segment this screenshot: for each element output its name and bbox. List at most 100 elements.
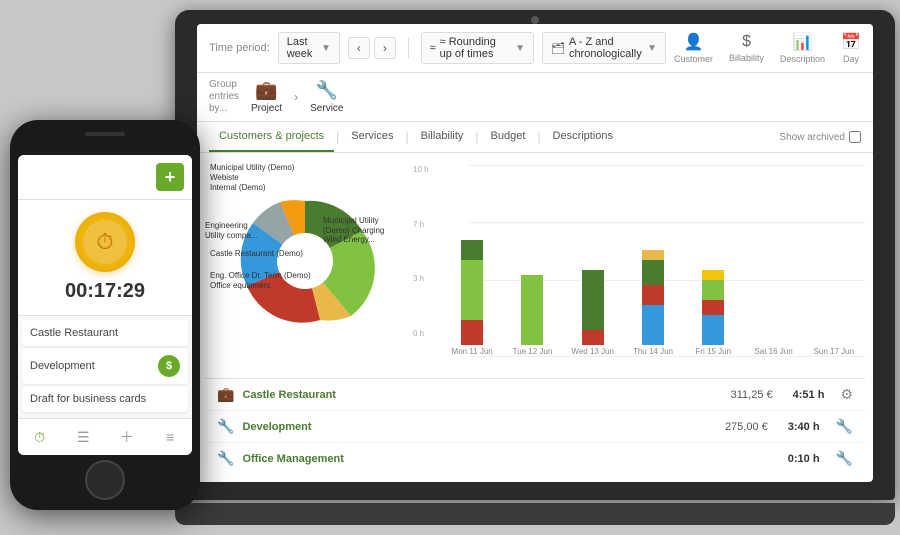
bar-label-fri: Fri 15 Jun xyxy=(695,347,731,356)
bar-label-sat: Sat 16 Jun xyxy=(754,347,792,356)
phone-entry-name-draft: Draft for business cards xyxy=(30,393,180,405)
list-item-development: 🔧 Development 275,00 € 3:40 h 🔧 xyxy=(205,411,865,443)
office-time: 0:10 h xyxy=(788,453,820,465)
billability-icon: $ xyxy=(742,33,751,51)
bar-wed-red xyxy=(582,330,604,345)
dev-amount: 275,00 € xyxy=(725,421,768,433)
show-archived-checkbox[interactable] xyxy=(849,131,861,143)
date-nav: ‹ › xyxy=(348,37,396,59)
bar-mon-red xyxy=(461,320,483,345)
description-button[interactable]: 📊 Description xyxy=(780,32,825,64)
bar-label-thu: Thu 14 Jun xyxy=(633,347,673,356)
castle-icon: 💼 xyxy=(217,386,234,403)
phone-clock-inner: ⏱ xyxy=(83,220,127,264)
phone-entries-list: Castle Restaurant Development $ Draft fo… xyxy=(18,316,192,418)
phone-home-button[interactable] xyxy=(85,460,125,500)
tab-customers-projects[interactable]: Customers & projects xyxy=(209,122,334,152)
development-name[interactable]: Development xyxy=(242,421,725,433)
pie-label-3: EngineeringUtility compa... xyxy=(205,221,257,240)
rounding-label: ≈ Rounding up of times xyxy=(440,36,511,60)
bottom-list: 💼 Castle Restaurant 311,25 € 4:51 h ⚙ 🔧 … xyxy=(205,378,865,474)
next-period-button[interactable]: › xyxy=(374,37,396,59)
list-item-office-management: 🔧 Office Management 0:10 h 🔧 xyxy=(205,443,865,474)
phone-bottom-nav: ⏱ ☰ ＋ ≡ xyxy=(18,418,192,455)
phone-timer-area: ⏱ 00:17:29 xyxy=(18,200,192,316)
laptop-base xyxy=(175,503,895,525)
tab-billability[interactable]: Billability xyxy=(411,122,474,152)
phone-nav-add[interactable]: ＋ xyxy=(112,425,142,449)
project-icon: 💼 xyxy=(255,80,277,101)
gear-icon-castle[interactable]: ⚙ xyxy=(840,386,853,403)
tab-services[interactable]: Services xyxy=(341,122,403,152)
bar-fri-blue xyxy=(702,315,724,345)
pie-chart-container: Municipal Utility (Demo)Webiste Internal… xyxy=(205,161,405,378)
laptop: Time period: Last week ▼ ‹ › ≈ ≈ Roundin… xyxy=(175,10,895,525)
list-item-castle-restaurant: 💼 Castle Restaurant 311,25 € 4:51 h ⚙ xyxy=(205,379,865,411)
dev-time: 3:40 h xyxy=(788,421,820,433)
sort-dropdown[interactable]: 🗂 A - Z and chronologically ▼ xyxy=(542,32,666,64)
add-entry-button[interactable]: + xyxy=(156,163,184,191)
time-period-label: Time period: xyxy=(209,42,270,54)
sort-icon: 🗂 xyxy=(551,42,565,55)
gear-icon-office[interactable]: 🔧 xyxy=(836,450,853,467)
service-label: Service xyxy=(310,103,343,114)
phone-timer-display: 00:17:29 xyxy=(65,280,145,303)
dev-icon: 🔧 xyxy=(217,418,234,435)
phone-nav-timer[interactable]: ⏱ xyxy=(25,425,55,449)
desktop-app: Time period: Last week ▼ ‹ › ≈ ≈ Roundin… xyxy=(197,24,873,482)
bar-stack-thu xyxy=(642,250,664,345)
castle-amount: 311,25 € xyxy=(731,389,773,401)
y-label-7: 7 h xyxy=(413,220,437,229)
y-label-10: 10 h xyxy=(413,165,437,174)
pie-label-5: Eng. Office Dr. Term (Demo)Office equipm… xyxy=(210,271,311,290)
chevron-down-icon: ▼ xyxy=(321,43,331,54)
billability-label: Billability xyxy=(729,53,764,63)
phone-entry-money-icon[interactable]: $ xyxy=(158,355,180,377)
time-period-dropdown[interactable]: Last week ▼ xyxy=(278,32,340,64)
bar-group-thu: Thu 14 Jun xyxy=(626,250,680,356)
day-button[interactable]: 📅 Day xyxy=(841,32,861,64)
tab-descriptions[interactable]: Descriptions xyxy=(543,122,624,152)
tab-separator-1: | xyxy=(334,130,341,144)
bar-group-sat: Sat 16 Jun xyxy=(746,345,800,356)
pie-label-4: Castle Restaurant (Demo) xyxy=(210,249,303,259)
h-line-bottom xyxy=(469,356,865,357)
separator xyxy=(408,38,409,58)
phone-speaker xyxy=(85,132,125,136)
description-icon: 📊 xyxy=(793,32,813,52)
prev-period-button[interactable]: ‹ xyxy=(348,37,370,59)
rounding-dropdown[interactable]: ≈ ≈ Rounding up of times ▼ xyxy=(421,32,534,64)
show-archived-label: Show archived xyxy=(779,132,845,143)
customer-button[interactable]: 👤 Customer xyxy=(674,32,713,64)
billability-button[interactable]: $ Billability xyxy=(729,33,764,63)
day-icon: 📅 xyxy=(841,32,861,52)
office-management-name[interactable]: Office Management xyxy=(242,453,767,465)
phone-entry-development: Development $ xyxy=(22,348,188,384)
phone-body: + ⏱ 00:17:29 Castle Restaurant Developme… xyxy=(10,120,200,510)
castle-time: 4:51 h xyxy=(793,389,825,401)
phone-nav-menu[interactable]: ≡ xyxy=(155,425,185,449)
arrow-icon: › xyxy=(294,90,298,104)
rounding-icon: ≈ xyxy=(430,42,436,54)
pie-chart-svg xyxy=(225,181,385,341)
group-entries-row: Groupentriesby... 💼 Project › 🔧 Service xyxy=(197,73,873,122)
gear-icon-dev[interactable]: 🔧 xyxy=(836,418,853,435)
project-label: Project xyxy=(251,103,282,114)
bar-label-wed: Wed 13 Jun xyxy=(571,347,614,356)
tab-budget[interactable]: Budget xyxy=(481,122,536,152)
timer-icon: ⏱ xyxy=(96,229,113,255)
bar-chart-container: 10 h 7 h 3 h 0 h xyxy=(413,161,865,378)
bar-group-fri: Fri 15 Jun xyxy=(686,270,740,356)
chart-row: Municipal Utility (Demo)Webiste Internal… xyxy=(205,161,865,378)
castle-restaurant-name[interactable]: Castle Restaurant xyxy=(242,389,730,401)
bar-fri-lightgreen xyxy=(702,280,724,300)
service-icon: 🔧 xyxy=(316,80,338,101)
group-by-service[interactable]: 🔧 Service xyxy=(310,80,343,114)
phone-nav-list[interactable]: ☰ xyxy=(68,425,98,449)
bar-stack-tue xyxy=(521,275,543,345)
customer-label: Customer xyxy=(674,54,713,64)
tab-separator-3: | xyxy=(473,130,480,144)
group-by-project[interactable]: 💼 Project xyxy=(251,80,282,114)
bar-stack-wed xyxy=(582,270,604,345)
tab-separator-4: | xyxy=(535,130,542,144)
